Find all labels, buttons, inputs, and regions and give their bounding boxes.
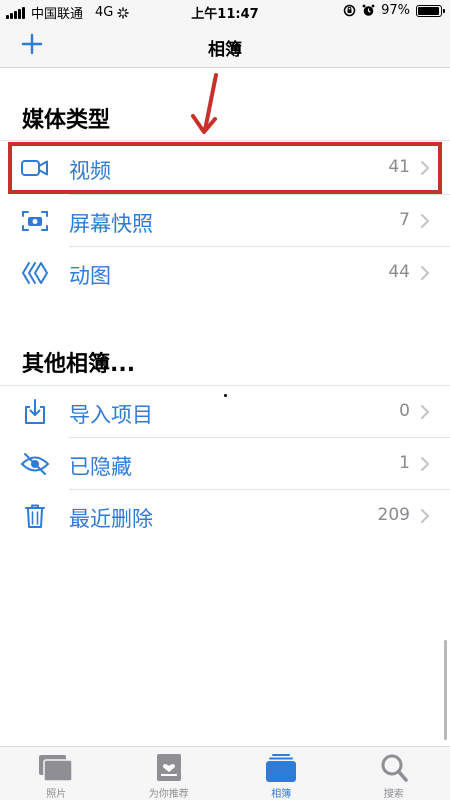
album-row-recently-deleted[interactable]: 最近删除 209 bbox=[0, 490, 450, 542]
tab-search[interactable]: 搜索 bbox=[338, 747, 450, 800]
section-title-media-types: 媒体类型 bbox=[22, 108, 111, 133]
album-label: 屏幕快照 bbox=[69, 212, 153, 236]
chevron-right-icon bbox=[421, 266, 429, 280]
status-bar: 中国联通 4G 上午11:47 97% bbox=[0, 0, 450, 22]
album-count: 0 bbox=[399, 401, 410, 421]
import-icon bbox=[25, 399, 45, 424]
tab-bar: 照片 为你推荐 相簿 搜索 bbox=[0, 746, 450, 800]
photos-icon bbox=[39, 755, 73, 782]
chevron-right-icon bbox=[421, 457, 429, 471]
trash-icon bbox=[25, 504, 45, 528]
plus-icon[interactable] bbox=[18, 30, 46, 58]
scroll-indicator[interactable] bbox=[444, 640, 447, 740]
album-label: 动图 bbox=[69, 264, 111, 288]
tab-label: 相簿 bbox=[271, 789, 292, 800]
alarm-clock-icon bbox=[362, 4, 375, 16]
navigation-bar: 相簿 bbox=[0, 22, 450, 68]
chevron-right-icon bbox=[421, 214, 429, 228]
battery-fill bbox=[418, 6, 440, 15]
albums-icon bbox=[266, 754, 297, 782]
album-row-hidden[interactable]: 已隐藏 1 bbox=[0, 438, 450, 490]
section-title-other-albums: 其他相簿... bbox=[22, 352, 136, 377]
album-count: 7 bbox=[399, 210, 410, 230]
animated-layers-icon bbox=[22, 262, 48, 284]
album-count: 209 bbox=[377, 505, 410, 525]
divider bbox=[0, 140, 450, 141]
tab-label: 搜索 bbox=[383, 789, 404, 800]
page-title: 相簿 bbox=[208, 40, 242, 60]
highlight-annotation-box bbox=[8, 142, 442, 194]
album-label: 导入项目 bbox=[69, 403, 153, 427]
battery-percent: 97% bbox=[381, 3, 410, 18]
touch-dot bbox=[224, 394, 227, 397]
album-count: 1 bbox=[399, 453, 410, 473]
album-label: 已隐藏 bbox=[69, 455, 132, 479]
album-label: 最近删除 bbox=[69, 507, 153, 531]
tab-photos[interactable]: 照片 bbox=[0, 747, 113, 800]
status-right: 97% bbox=[343, 3, 445, 18]
tab-for-you[interactable]: 为你推荐 bbox=[113, 747, 226, 800]
chevron-right-icon bbox=[421, 509, 429, 523]
for-you-icon bbox=[156, 754, 181, 781]
album-count: 44 bbox=[388, 262, 410, 282]
chevron-right-icon bbox=[421, 405, 429, 419]
album-row-animated[interactable]: 动图 44 bbox=[0, 247, 450, 299]
search-icon bbox=[381, 754, 408, 782]
eye-slash-icon bbox=[20, 453, 50, 475]
battery-icon bbox=[416, 4, 445, 17]
screenshot-icon bbox=[22, 211, 48, 231]
tab-albums[interactable]: 相簿 bbox=[225, 747, 338, 800]
tab-label: 照片 bbox=[46, 789, 67, 800]
rotation-lock-icon bbox=[343, 4, 356, 17]
tab-label: 为你推荐 bbox=[148, 789, 189, 800]
album-row-screenshots[interactable]: 屏幕快照 7 bbox=[0, 195, 450, 247]
annotation-arrow-icon bbox=[191, 73, 218, 134]
